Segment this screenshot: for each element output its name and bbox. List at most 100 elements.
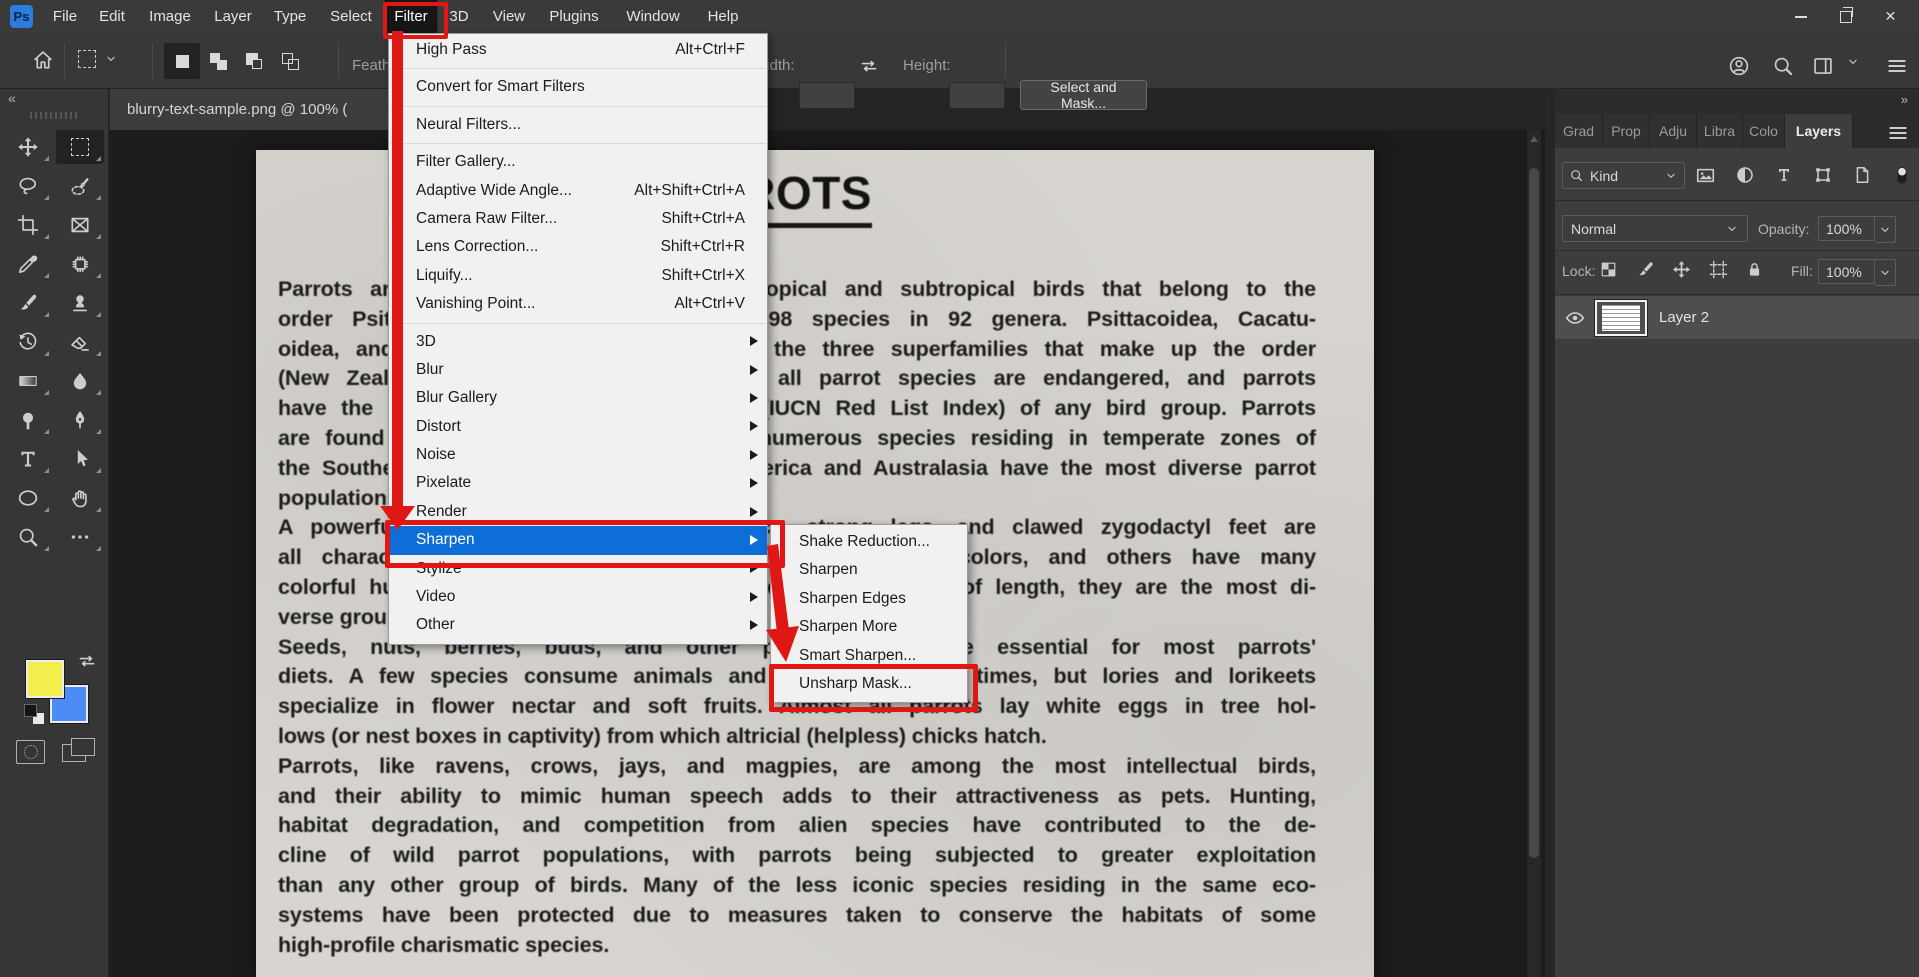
search-icon[interactable] bbox=[1772, 55, 1794, 77]
blend-mode-select[interactable]: Normal bbox=[1562, 215, 1748, 242]
lock-all-icon[interactable] bbox=[1745, 260, 1764, 279]
move-tool[interactable] bbox=[4, 130, 52, 164]
pixel-layer-filter-icon[interactable] bbox=[1695, 165, 1716, 186]
sharpen-submenu-item-sharpen-more[interactable]: Sharpen More bbox=[771, 613, 967, 641]
default-colors-icon[interactable] bbox=[24, 704, 44, 724]
filter-menu-item-other[interactable]: Other bbox=[389, 611, 767, 639]
spot-healing-brush-tool[interactable] bbox=[56, 247, 104, 281]
subtract-from-selection-button[interactable] bbox=[236, 43, 272, 79]
add-to-selection-button[interactable] bbox=[200, 43, 236, 79]
sharpen-submenu-item-sharpen-edges[interactable]: Sharpen Edges bbox=[771, 585, 967, 613]
filter-menu-item-pixelate[interactable]: Pixelate bbox=[389, 469, 767, 497]
expand-panels-button[interactable]: » bbox=[1901, 92, 1909, 107]
eraser-tool[interactable] bbox=[56, 325, 104, 359]
frame-tool[interactable] bbox=[56, 208, 104, 242]
filter-menu-item-blur[interactable]: Blur bbox=[389, 356, 767, 384]
hand-tool[interactable] bbox=[56, 481, 104, 515]
menu-filter[interactable]: Filter bbox=[384, 0, 437, 33]
filter-menu-item-liquify[interactable]: Liquify...Shift+Ctrl+X bbox=[389, 262, 767, 290]
screen-mode-button[interactable] bbox=[62, 738, 96, 764]
height-input[interactable] bbox=[949, 82, 1005, 109]
swap-colors-icon[interactable] bbox=[76, 650, 98, 672]
brush-tool[interactable] bbox=[4, 286, 52, 320]
fill-chevron[interactable] bbox=[1875, 259, 1896, 286]
sharpen-submenu-item-sharpen[interactable]: Sharpen bbox=[771, 556, 967, 584]
lasso-tool[interactable] bbox=[4, 169, 52, 203]
filter-menu-item-adaptive-wide-angle[interactable]: Adaptive Wide Angle...Alt+Shift+Ctrl+A bbox=[389, 177, 767, 205]
filter-menu-item-sharpen[interactable]: Sharpen bbox=[389, 526, 767, 554]
menu-select[interactable]: Select bbox=[320, 0, 382, 33]
menu-edit[interactable]: Edit bbox=[89, 0, 135, 33]
panel-tab-adju[interactable]: Adju bbox=[1650, 114, 1697, 148]
menu-window[interactable]: Window bbox=[616, 0, 689, 33]
collapse-toolbar-button[interactable]: « bbox=[8, 90, 17, 106]
type-layer-filter-icon[interactable] bbox=[1774, 165, 1794, 185]
width-input[interactable] bbox=[799, 82, 855, 109]
ellipse-tool[interactable] bbox=[4, 481, 52, 515]
filter-menu-item-stylize[interactable]: Stylize bbox=[389, 555, 767, 583]
lock-transparency-icon[interactable] bbox=[1599, 260, 1618, 279]
close-button[interactable]: ✕ bbox=[1868, 0, 1913, 33]
share-account-icon[interactable] bbox=[1728, 55, 1750, 77]
eyedropper-tool[interactable] bbox=[4, 247, 52, 281]
layer-row[interactable]: Layer 2 bbox=[1555, 296, 1919, 339]
options-menu-icon[interactable] bbox=[1886, 55, 1908, 77]
panel-tab-libra[interactable]: Libra bbox=[1697, 114, 1743, 148]
zoom-tool[interactable] bbox=[4, 520, 52, 554]
pen-tool[interactable] bbox=[56, 403, 104, 437]
filter-menu-item-vanishing-point[interactable]: Vanishing Point...Alt+Ctrl+V bbox=[389, 290, 767, 318]
scrollbar-thumb[interactable] bbox=[1529, 168, 1539, 858]
clone-stamp-tool[interactable] bbox=[56, 286, 104, 320]
filter-menu-item-convert-for-smart-filters[interactable]: Convert for Smart Filters bbox=[389, 73, 767, 101]
new-selection-button[interactable] bbox=[164, 43, 200, 79]
menu-3d[interactable]: 3D bbox=[439, 0, 478, 33]
crop-tool[interactable] bbox=[4, 208, 52, 242]
layer-filter-kind-select[interactable]: Kind bbox=[1562, 162, 1685, 189]
intersect-selection-button[interactable] bbox=[272, 43, 308, 79]
sharpen-submenu-item-unsharp-mask[interactable]: Unsharp Mask... bbox=[771, 670, 967, 698]
home-icon[interactable] bbox=[32, 49, 54, 71]
edit-toolbar[interactable] bbox=[56, 520, 104, 554]
panel-tab-layers[interactable]: Layers bbox=[1785, 114, 1853, 148]
lock-position-icon[interactable] bbox=[1672, 260, 1691, 279]
rectangular-marquee-tool[interactable] bbox=[56, 130, 104, 164]
opacity-chevron[interactable] bbox=[1875, 216, 1896, 243]
vertical-scrollbar[interactable] bbox=[1527, 130, 1541, 977]
menu-view[interactable]: View bbox=[483, 0, 535, 33]
menu-plugins[interactable]: Plugins bbox=[539, 0, 608, 33]
layer-visibility-eye-icon[interactable] bbox=[1564, 307, 1586, 329]
dodge-tool[interactable] bbox=[4, 403, 52, 437]
shape-layer-filter-icon[interactable] bbox=[1813, 165, 1833, 185]
menu-layer[interactable]: Layer bbox=[204, 0, 262, 33]
document-tab[interactable]: blurry-text-sample.png @ 100% ( bbox=[110, 88, 396, 130]
tool-preset[interactable] bbox=[78, 50, 118, 68]
lock-artboard-icon[interactable] bbox=[1709, 260, 1728, 279]
adjustment-layer-filter-icon[interactable] bbox=[1735, 165, 1755, 185]
filter-menu-item-blur-gallery[interactable]: Blur Gallery bbox=[389, 384, 767, 412]
foreground-color-swatch[interactable] bbox=[26, 660, 64, 698]
filter-menu-item-high-pass[interactable]: High PassAlt+Ctrl+F bbox=[389, 36, 767, 64]
fill-value[interactable]: 100% bbox=[1818, 259, 1875, 284]
object-selection-tool[interactable] bbox=[56, 169, 104, 203]
scroll-up-icon[interactable] bbox=[1530, 136, 1538, 142]
lock-image-icon[interactable] bbox=[1636, 260, 1655, 279]
gradient-tool[interactable] bbox=[4, 364, 52, 398]
filter-menu-item-distort[interactable]: Distort bbox=[389, 413, 767, 441]
layer-filtering-toggle-icon[interactable] bbox=[1891, 164, 1913, 186]
filter-menu-item-3d[interactable]: 3D bbox=[389, 328, 767, 356]
layer-name[interactable]: Layer 2 bbox=[1659, 309, 1709, 326]
menu-image[interactable]: Image bbox=[139, 0, 201, 33]
filter-menu-item-noise[interactable]: Noise bbox=[389, 441, 767, 469]
quick-mask-button[interactable] bbox=[16, 740, 45, 764]
type-tool[interactable] bbox=[4, 442, 52, 476]
blur-tool[interactable] bbox=[56, 364, 104, 398]
panel-tab-grad[interactable]: Grad bbox=[1555, 114, 1603, 148]
menu-file[interactable]: File bbox=[43, 0, 87, 33]
sharpen-submenu-item-shake-reduction[interactable]: Shake Reduction... bbox=[771, 528, 967, 556]
toolbar-grip[interactable] bbox=[30, 112, 78, 119]
swap-dimensions-icon[interactable] bbox=[858, 55, 880, 77]
menu-help[interactable]: Help bbox=[698, 0, 749, 33]
opacity-value[interactable]: 100% bbox=[1818, 216, 1875, 241]
filter-menu-item-render[interactable]: Render bbox=[389, 498, 767, 526]
minimize-button[interactable] bbox=[1778, 0, 1823, 33]
